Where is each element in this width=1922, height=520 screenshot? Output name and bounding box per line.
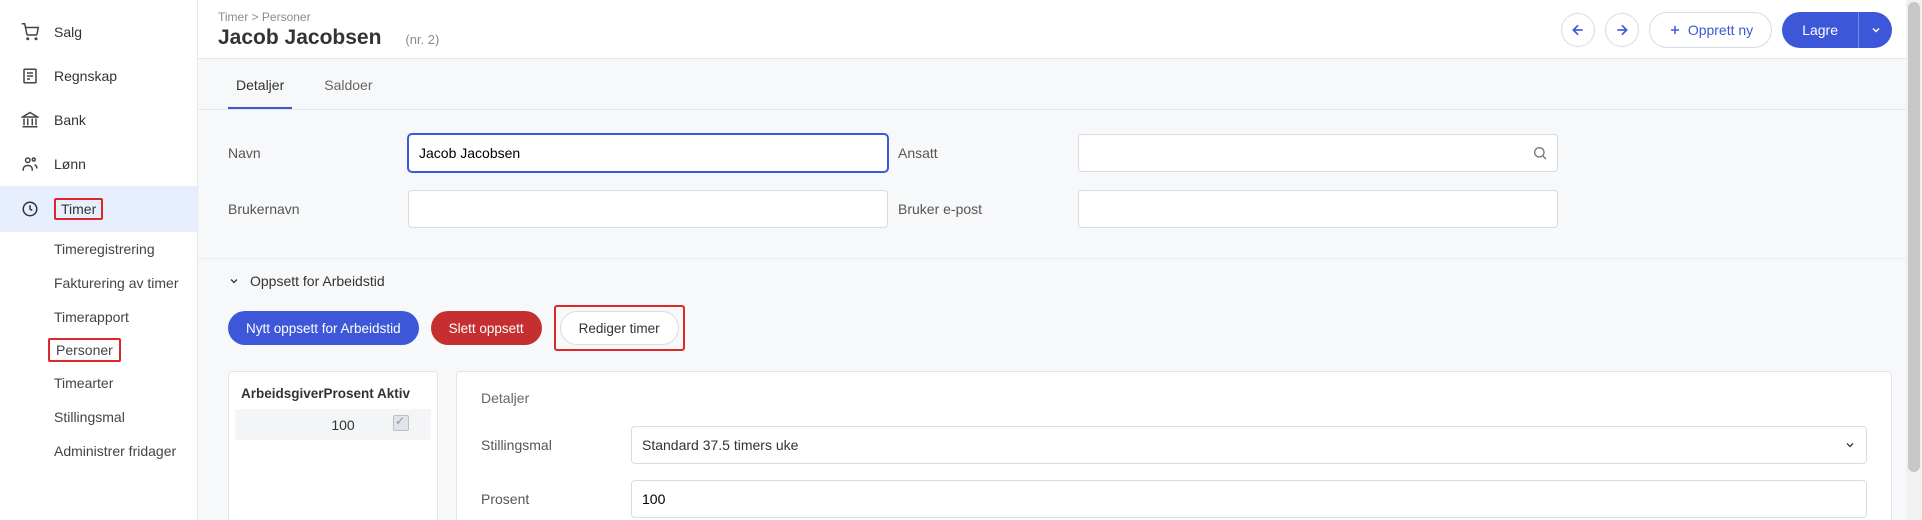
scrollbar-track[interactable] [1906,0,1922,520]
bank-icon [20,110,40,130]
content: Detaljer Saldoer Navn Ansatt Brukernavn … [198,59,1922,520]
highlight-timer: Timer [54,198,103,220]
nav-label: Timer [61,201,96,217]
brukernavn-label: Brukernavn [228,201,398,217]
bruker-epost-input[interactable] [1078,190,1558,228]
collapsible-arbeidstid: Oppsett for Arbeidstid [198,258,1922,303]
subnav-stillingsmal[interactable]: Stillingsmal [54,400,197,434]
subnav: Timeregistrering Fakturering av timer Ti… [0,232,197,468]
brukernavn-input[interactable] [408,190,888,228]
forward-button[interactable] [1605,13,1639,47]
navn-label: Navn [228,145,398,161]
create-new-button[interactable]: Opprett ny [1649,12,1772,48]
nav-item-regnskap[interactable]: Regnskap [0,54,197,98]
search-icon[interactable] [1532,145,1548,161]
plus-icon [1668,23,1682,37]
prosent-label: Prosent [481,491,621,507]
sidebar: Salg Regnskap Bank Lønn Timer Timeregist… [0,0,198,520]
subnav-personer[interactable]: Personer [48,338,121,362]
sub-panel: Arbeidsgiver Prosent Aktiv 100 Detaljer … [198,371,1922,520]
cart-icon [20,22,40,42]
detail-card: Detaljer Stillingsmal Standard 37.5 time… [456,371,1892,520]
create-new-label: Opprett ny [1688,22,1753,38]
tab-detaljer[interactable]: Detaljer [228,59,292,109]
prosent-input[interactable] [631,480,1867,518]
nytt-oppsett-button[interactable]: Nytt oppsett for Arbeidstid [228,311,419,345]
header: Timer > Personer Jacob Jacobsen (nr. 2) … [198,0,1922,59]
subnav-fakturering[interactable]: Fakturering av timer [54,266,197,300]
doc-icon [20,66,40,86]
breadcrumb[interactable]: Timer > Personer [218,10,1561,24]
table-row[interactable]: 100 [235,409,431,440]
nav-label: Bank [54,112,86,128]
col-aktiv: Aktiv [377,386,425,401]
navn-input[interactable] [408,134,888,172]
nav-label: Salg [54,24,82,40]
header-left: Timer > Personer Jacob Jacobsen (nr. 2) [218,10,1561,50]
form-section: Navn Ansatt Brukernavn Bruker e-post [198,110,1922,238]
subnav-timearter[interactable]: Timearter [54,366,197,400]
subnav-timerapport[interactable]: Timerapport [54,300,197,334]
col-prosent: Prosent [324,386,377,401]
people-icon [20,154,40,174]
nav-label: Lønn [54,156,86,172]
save-dropdown-button[interactable] [1858,12,1892,48]
nav-item-timer[interactable]: Timer [0,186,197,232]
col-arbeidsgiver: Arbeidsgiver [241,386,324,401]
page-subtitle: (nr. 2) [405,32,439,47]
nav-item-bank[interactable]: Bank [0,98,197,142]
chevron-down-icon [228,275,240,287]
stillingsmal-value: Standard 37.5 timers uke [642,437,798,453]
cell-aktiv [377,415,425,434]
scrollbar-thumb[interactable] [1908,2,1920,472]
header-actions: Opprett ny Lagre [1561,12,1892,48]
stillingsmal-select[interactable]: Standard 37.5 timers uke [631,426,1867,464]
side-table: Arbeidsgiver Prosent Aktiv 100 [228,371,438,520]
save-split-button: Lagre [1782,12,1892,48]
collapsible-header[interactable]: Oppsett for Arbeidstid [228,259,1892,303]
save-button[interactable]: Lagre [1782,12,1858,48]
nav-label: Regnskap [54,68,117,84]
nav-item-salg[interactable]: Salg [0,10,197,54]
back-button[interactable] [1561,13,1595,47]
checkbox-icon[interactable] [393,415,409,431]
bruker-epost-label: Bruker e-post [898,201,1068,217]
ansatt-input[interactable] [1078,134,1558,172]
collapsible-title: Oppsett for Arbeidstid [250,273,385,289]
slett-oppsett-button[interactable]: Slett oppsett [431,311,542,345]
rediger-timer-button[interactable]: Rediger timer [560,311,679,345]
chevron-down-icon [1844,439,1856,451]
button-row: Nytt oppsett for Arbeidstid Slett oppset… [198,303,1922,371]
main: Timer > Personer Jacob Jacobsen (nr. 2) … [198,0,1922,520]
detail-card-title: Detaljer [481,390,1867,406]
ansatt-label: Ansatt [898,145,1068,161]
chevron-down-icon [1870,24,1882,36]
cell-prosent: 100 [309,417,377,433]
tabs: Detaljer Saldoer [198,59,1922,110]
clock-icon [20,199,40,219]
subnav-fridager[interactable]: Administrer fridager [54,434,197,468]
page-title: Jacob Jacobsen [218,26,381,50]
highlight-rediger: Rediger timer [554,305,685,351]
subnav-timeregistrering[interactable]: Timeregistrering [54,232,197,266]
stillingsmal-label: Stillingsmal [481,437,621,453]
nav-item-lonn[interactable]: Lønn [0,142,197,186]
tab-saldoer[interactable]: Saldoer [316,59,380,109]
side-table-header: Arbeidsgiver Prosent Aktiv [235,386,431,409]
